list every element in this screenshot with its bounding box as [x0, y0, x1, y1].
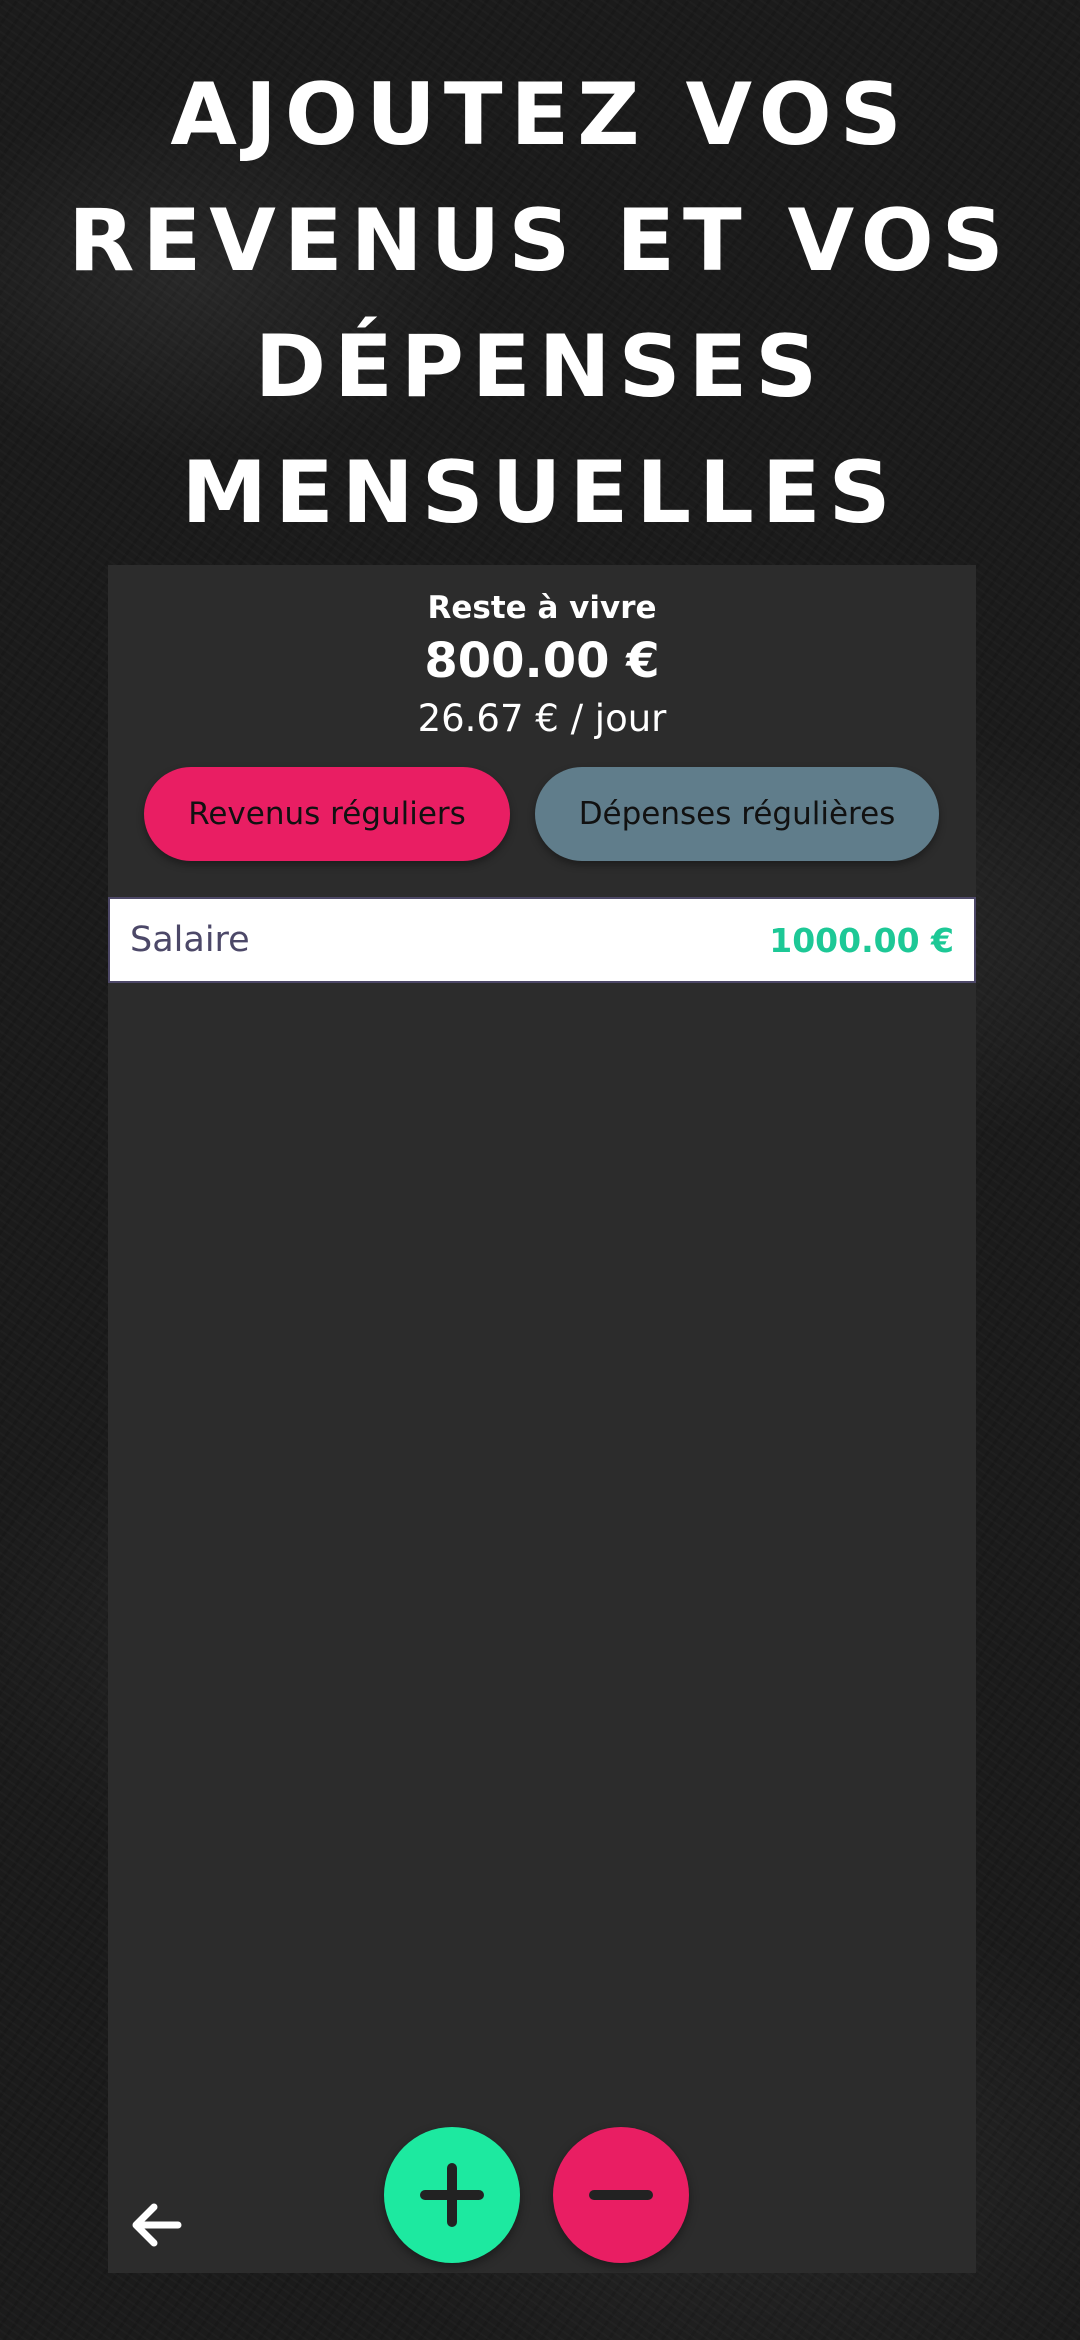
- income-list: Salaire 1000.00 €: [108, 897, 976, 983]
- headline-text: AJOUTEZ VOS REVENUS ET VOS DÉPENSES MENS…: [68, 65, 1012, 543]
- tab-regular-income[interactable]: Revenus réguliers: [144, 767, 510, 861]
- remaining-label: Reste à vivre: [427, 590, 657, 626]
- add-income-button[interactable]: [384, 2127, 520, 2263]
- add-expense-button[interactable]: [553, 2127, 689, 2263]
- arrow-left-icon: [132, 2203, 182, 2247]
- minus-icon: [589, 2190, 653, 2200]
- back-button[interactable]: [126, 2195, 186, 2255]
- item-amount: 1000.00 €: [769, 920, 954, 960]
- remaining-amount: 800.00 €: [424, 633, 660, 689]
- item-name: Salaire: [130, 920, 250, 960]
- daily-amount: 26.67 € / jour: [417, 697, 667, 740]
- tab-regular-expenses[interactable]: Dépenses régulières: [535, 767, 939, 861]
- list-item[interactable]: Salaire 1000.00 €: [108, 897, 976, 983]
- app-screen: Reste à vivre 800.00 € 26.67 € / jour Re…: [108, 565, 976, 2273]
- promo-headline: AJOUTEZ VOS REVENUS ET VOS DÉPENSES MENS…: [0, 52, 1080, 556]
- plus-icon: [420, 2163, 484, 2227]
